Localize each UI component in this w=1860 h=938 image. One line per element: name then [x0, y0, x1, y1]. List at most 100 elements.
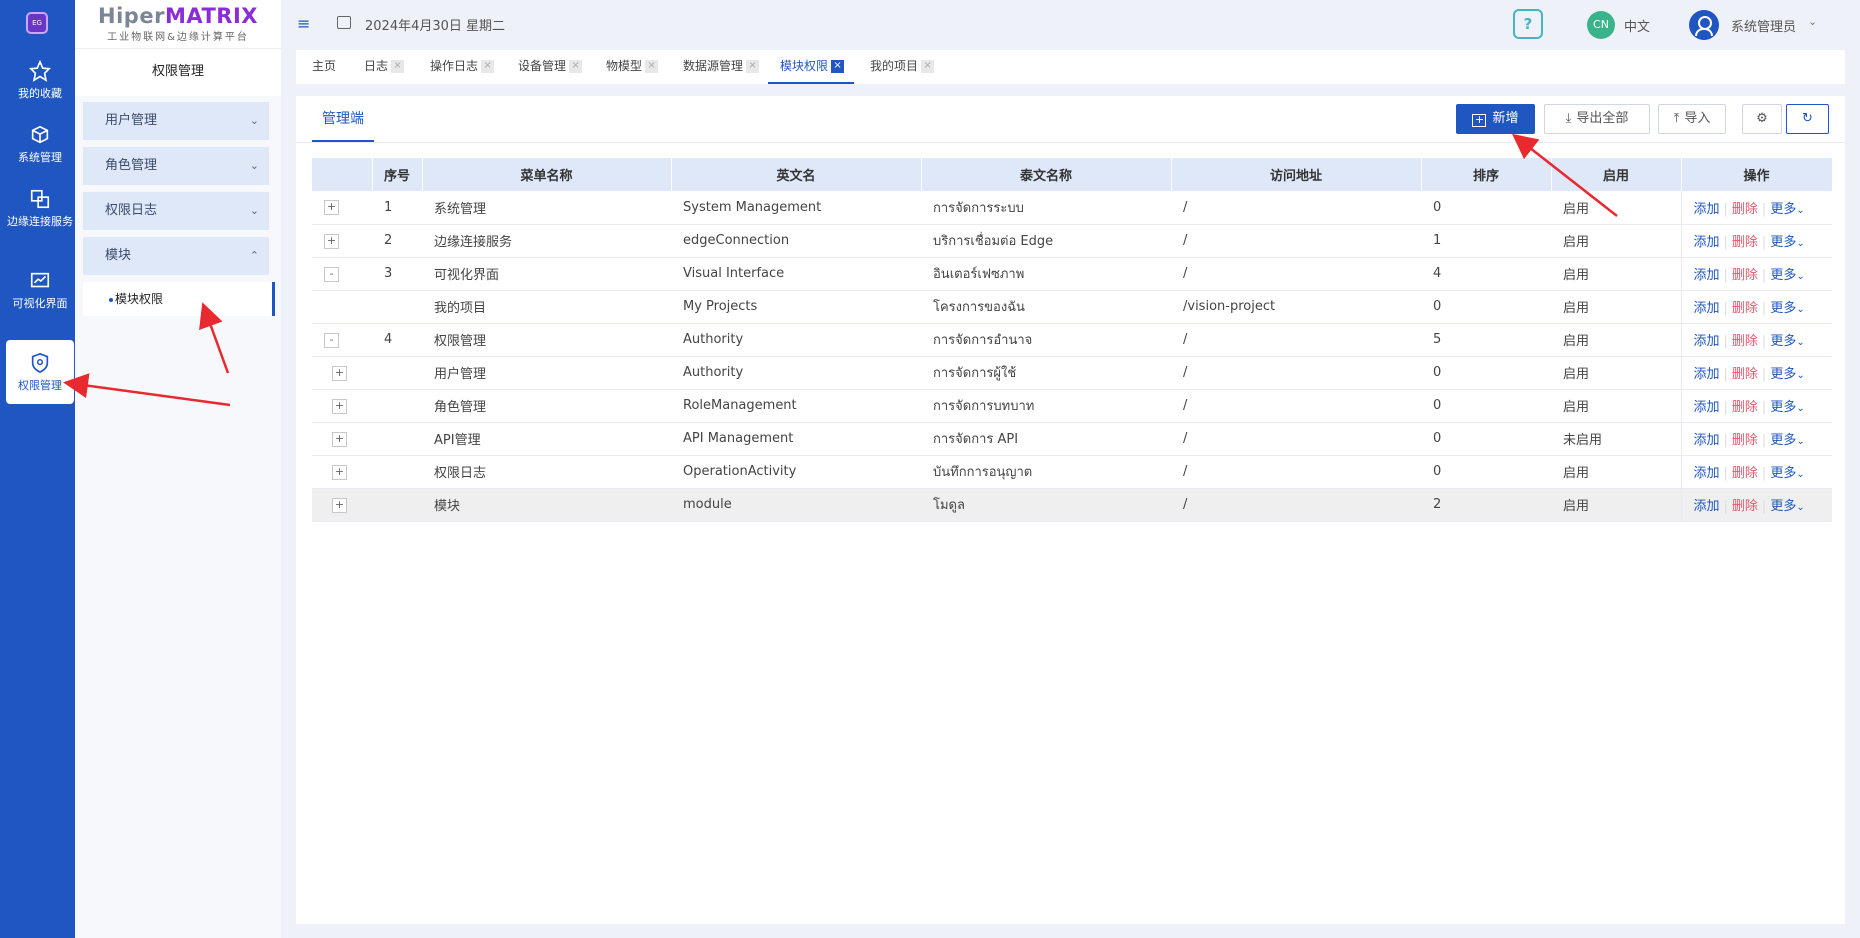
row-add-link[interactable]: 添加 [1694, 466, 1720, 481]
row-delete-link[interactable]: 删除 [1732, 301, 1758, 316]
table-row[interactable]: + 权限日志 OperationActivity บันทึกการอนุญาต/0 启… [312, 455, 1832, 489]
close-icon[interactable]: × [645, 60, 659, 73]
row-more-link[interactable]: 更多⌄ [1770, 499, 1804, 514]
sidebar-item-role-management[interactable]: 角色管理 ⌄ [83, 147, 269, 185]
expand-cell: + [312, 488, 372, 522]
language-badge[interactable]: CN [1587, 11, 1615, 39]
cell-ops: 添加 | 删除 | 更多⌄ [1680, 455, 1832, 489]
rail-item-favorites[interactable]: 我的收藏 [6, 60, 74, 101]
close-icon[interactable]: × [391, 60, 405, 73]
tab-admin[interactable]: 管理端 [312, 96, 374, 142]
tab-label: 数据源管理 [683, 59, 744, 73]
row-more-link[interactable]: 更多⌄ [1770, 367, 1804, 382]
table-row[interactable]: 我的项目 My Projects โครงการของฉัน/vision-proj… [312, 290, 1832, 324]
row-more-link[interactable]: 更多⌄ [1770, 334, 1804, 349]
row-add-link[interactable]: 添加 [1694, 235, 1720, 250]
avatar[interactable] [1689, 10, 1719, 40]
cell-url: / [1171, 323, 1421, 357]
row-add-link[interactable]: 添加 [1694, 202, 1720, 217]
table-row[interactable]: + 模块 module โมดูล/2 启用 添加 | 删除 | 更多⌄ [312, 488, 1832, 522]
rail-item-edge[interactable]: 边缘连接服务 [6, 188, 74, 229]
tab-home[interactable]: 主页 [312, 50, 336, 84]
sidebar-title: 权限管理 [75, 48, 281, 96]
row-delete-link[interactable]: 删除 [1732, 499, 1758, 514]
tab-datasource-management[interactable]: 数据源管理 × [683, 50, 760, 84]
rail-item-permissions[interactable]: 权限管理 [6, 340, 74, 404]
row-more-label: 更多 [1770, 201, 1797, 217]
close-icon[interactable]: × [481, 60, 495, 73]
tab-my-projects[interactable]: 我的项目 × [870, 50, 935, 84]
row-delete-link[interactable]: 删除 [1732, 400, 1758, 415]
expand-toggle-icon[interactable]: + [324, 200, 339, 216]
table-row[interactable]: +1 系统管理 System Management การจัดการระบบ/0 启用… [312, 191, 1832, 225]
row-more-link[interactable]: 更多⌄ [1770, 400, 1804, 415]
sidebar-item-permission-log[interactable]: 权限日志 ⌄ [83, 192, 269, 230]
row-more-link[interactable]: 更多⌄ [1770, 466, 1804, 481]
tab-thing-model[interactable]: 物模型 × [606, 50, 659, 84]
row-delete-link[interactable]: 删除 [1732, 202, 1758, 217]
expand-toggle-icon[interactable]: + [332, 398, 347, 414]
table-row[interactable]: - 3 可视化界面 Visual Interface อินเตอร์เฟซภาพ/4 启… [312, 257, 1832, 291]
table-row[interactable]: + 用户管理 Authority การจัดการผู้ใช้/0 启用 添加 | 删除 | 更… [312, 356, 1832, 390]
menu-toggle-icon[interactable]: ≡ [297, 14, 310, 33]
row-add-link[interactable]: 添加 [1694, 499, 1720, 514]
row-add-link[interactable]: 添加 [1694, 367, 1720, 382]
table-row[interactable]: -4 权限管理 Authority การจัดการอำนาจ/5 启用 添加 | 删除 | 更… [312, 323, 1832, 357]
row-delete-link[interactable]: 删除 [1732, 268, 1758, 283]
row-add-link[interactable]: 添加 [1694, 400, 1720, 415]
cell-url: / [1171, 224, 1421, 258]
expand-toggle-icon[interactable]: + [324, 233, 339, 249]
row-delete-link[interactable]: 删除 [1732, 367, 1758, 382]
expand-toggle-icon[interactable]: + [332, 431, 347, 447]
row-add-link[interactable]: 添加 [1694, 268, 1720, 283]
row-add-link[interactable]: 添加 [1694, 334, 1720, 349]
expand-toggle-icon[interactable]: - [324, 266, 339, 282]
chevron-down-icon[interactable]: ⌄ [1808, 15, 1817, 28]
tab-operation-log[interactable]: 操作日志 × [430, 50, 495, 84]
help-icon[interactable]: ? [1513, 9, 1543, 39]
row-more-link[interactable]: 更多⌄ [1770, 202, 1804, 217]
expand-toggle-icon[interactable]: + [332, 365, 347, 381]
language-label[interactable]: 中文 [1624, 16, 1650, 35]
export-all-button[interactable]: ⤓ 导出全部 [1544, 104, 1650, 134]
row-more-link[interactable]: 更多⌄ [1770, 301, 1804, 316]
close-icon[interactable]: × [921, 60, 935, 73]
row-add-link[interactable]: 添加 [1694, 301, 1720, 316]
cell-th: บันทึกการอนุญาต [921, 455, 1171, 489]
rail-item-system[interactable]: 系统管理 [6, 124, 74, 165]
table-row[interactable]: + API管理 API Management การจัดการ API/0 未启用 添加… [312, 422, 1832, 456]
rail-item-visual[interactable]: 可视化界面 [6, 270, 74, 311]
row-delete-link[interactable]: 删除 [1732, 466, 1758, 481]
import-button[interactable]: ⤒ 导入 [1658, 104, 1726, 134]
cell-name: API管理 [422, 422, 671, 456]
close-icon[interactable]: × [831, 60, 845, 73]
expand-toggle-icon[interactable]: + [332, 464, 347, 480]
row-more-link[interactable]: 更多⌄ [1770, 433, 1804, 448]
expand-toggle-icon[interactable]: + [332, 497, 347, 513]
cell-en: Authority [671, 356, 921, 390]
tab-log[interactable]: 日志 × [364, 50, 405, 84]
row-delete-link[interactable]: 删除 [1732, 433, 1758, 448]
table-row[interactable]: +2 边缘连接服务 edgeConnection บริการเชื่อมต่อ Ed… [312, 224, 1832, 258]
close-icon[interactable]: × [746, 60, 760, 73]
close-icon[interactable]: × [569, 60, 583, 73]
settings-button[interactable]: ⚙ [1742, 104, 1782, 134]
expand-toggle-icon[interactable]: - [324, 332, 339, 348]
row-delete-link[interactable]: 删除 [1732, 235, 1758, 250]
tab-device-management[interactable]: 设备管理 × [518, 50, 583, 84]
table-row[interactable]: + 角色管理 RoleManagement การจัดการบทบาท/0 启用 添加 |… [312, 389, 1832, 423]
add-button[interactable]: + 新增 [1456, 104, 1535, 134]
row-delete-link[interactable]: 删除 [1732, 334, 1758, 349]
expand-cell: - [312, 323, 372, 357]
tab-module-permission[interactable]: 模块权限 × [768, 50, 855, 84]
sidebar-subitem-module-permission[interactable]: 模块权限 [83, 282, 275, 316]
row-add-link[interactable]: 添加 [1694, 433, 1720, 448]
sidebar-item-user-management[interactable]: 用户管理 ⌄ [83, 102, 269, 140]
row-more-link[interactable]: 更多⌄ [1770, 268, 1804, 283]
refresh-button[interactable]: ↻ [1786, 104, 1829, 134]
sidebar-item-module[interactable]: 模块 ⌃ [83, 237, 269, 275]
expand-cell: + [312, 455, 372, 489]
separator: | [1761, 301, 1767, 316]
row-more-link[interactable]: 更多⌄ [1770, 235, 1804, 250]
user-name[interactable]: 系统管理员 [1731, 16, 1796, 35]
